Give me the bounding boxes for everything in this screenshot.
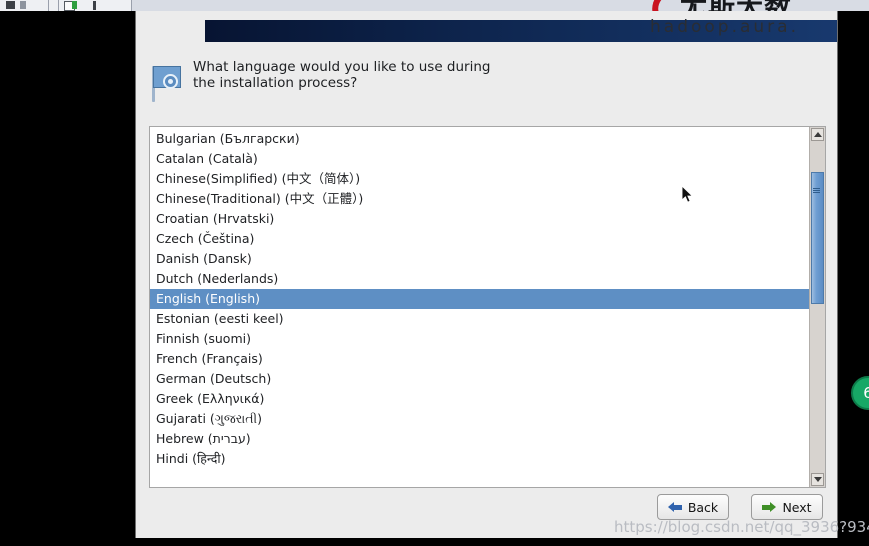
list-item[interactable]: Finnish (suomi)	[150, 329, 809, 349]
language-list[interactable]: Bulgarian (Български) Catalan (Català) Chi…	[150, 127, 809, 487]
back-button[interactable]: Back	[657, 494, 729, 520]
toolbar-panel-right	[59, 0, 132, 11]
green-marker-icon[interactable]	[72, 1, 77, 9]
installer-dialog: What language would you like to use duri…	[135, 11, 838, 538]
list-item[interactable]: Danish (Dansk)	[150, 249, 809, 269]
list-item[interactable]: Estonian (eesti keel)	[150, 309, 809, 329]
list-item[interactable]: Czech (Čeština)	[150, 229, 809, 249]
list-item[interactable]: Hebrew (עברית)	[150, 429, 809, 449]
list-item[interactable]: French (Français)	[150, 349, 809, 369]
scroll-up-icon[interactable]	[811, 128, 824, 141]
list-item[interactable]: Catalan (Català)	[150, 149, 809, 169]
flag-emblem	[163, 74, 178, 89]
list-scrollbar[interactable]	[809, 127, 825, 487]
list-item[interactable]: German (Deutsch)	[150, 369, 809, 389]
hadoop-watermark: hadoop.aura.	[650, 17, 799, 37]
toolbar-panel-middle	[49, 0, 59, 11]
next-button-wrapper: Next	[728, 475, 823, 537]
un-flag-icon	[149, 62, 185, 104]
list-item[interactable]: Dutch (Nederlands)	[150, 269, 809, 289]
pin-icon[interactable]	[93, 1, 96, 10]
arrow-left-icon	[667, 501, 682, 513]
list-item[interactable]: Gujarati (ગુજરાતી)	[150, 409, 809, 429]
dialog-button-row: Back Next	[657, 475, 823, 537]
toolbar-panel-left	[0, 0, 49, 11]
scrollbar-grip	[813, 188, 820, 194]
list-item[interactable]: Greek (Ελληνικά)	[150, 389, 809, 409]
back-button-label: Back	[687, 499, 719, 515]
scroll-down-icon[interactable]	[811, 473, 824, 486]
next-button-label: Next	[782, 499, 812, 515]
language-listbox[interactable]: Bulgarian (Български) Catalan (Català) Chi…	[149, 126, 826, 488]
list-item[interactable]: Chinese(Traditional) (中文（正體）)	[150, 189, 809, 209]
side-badge[interactable]: 6	[851, 376, 869, 410]
prompt-text: What language would you like to use duri…	[193, 59, 491, 91]
arrow-right-icon	[762, 501, 777, 513]
toolbar-icon-a[interactable]	[6, 1, 15, 9]
mouse-cursor	[681, 184, 694, 204]
list-item[interactable]: Croatian (Hrvatski)	[150, 209, 809, 229]
screen: 尤斯大数 What language would you like to use…	[0, 0, 869, 546]
flag-cloth	[153, 66, 181, 89]
csdn-watermark: https://blog.csdn.net/qq_3936?934	[614, 518, 869, 536]
prompt-section: What language would you like to use duri…	[149, 59, 809, 104]
list-item[interactable]: Chinese(Simplified) (中文（简体）)	[150, 169, 809, 189]
toolbar-icon-b[interactable]	[20, 1, 26, 9]
list-item[interactable]: English (English)	[150, 289, 809, 309]
list-item[interactable]: Hindi (हिन्दी)	[150, 449, 809, 469]
next-button[interactable]: Next	[751, 494, 823, 520]
list-item[interactable]: Bulgarian (Български)	[150, 129, 809, 149]
